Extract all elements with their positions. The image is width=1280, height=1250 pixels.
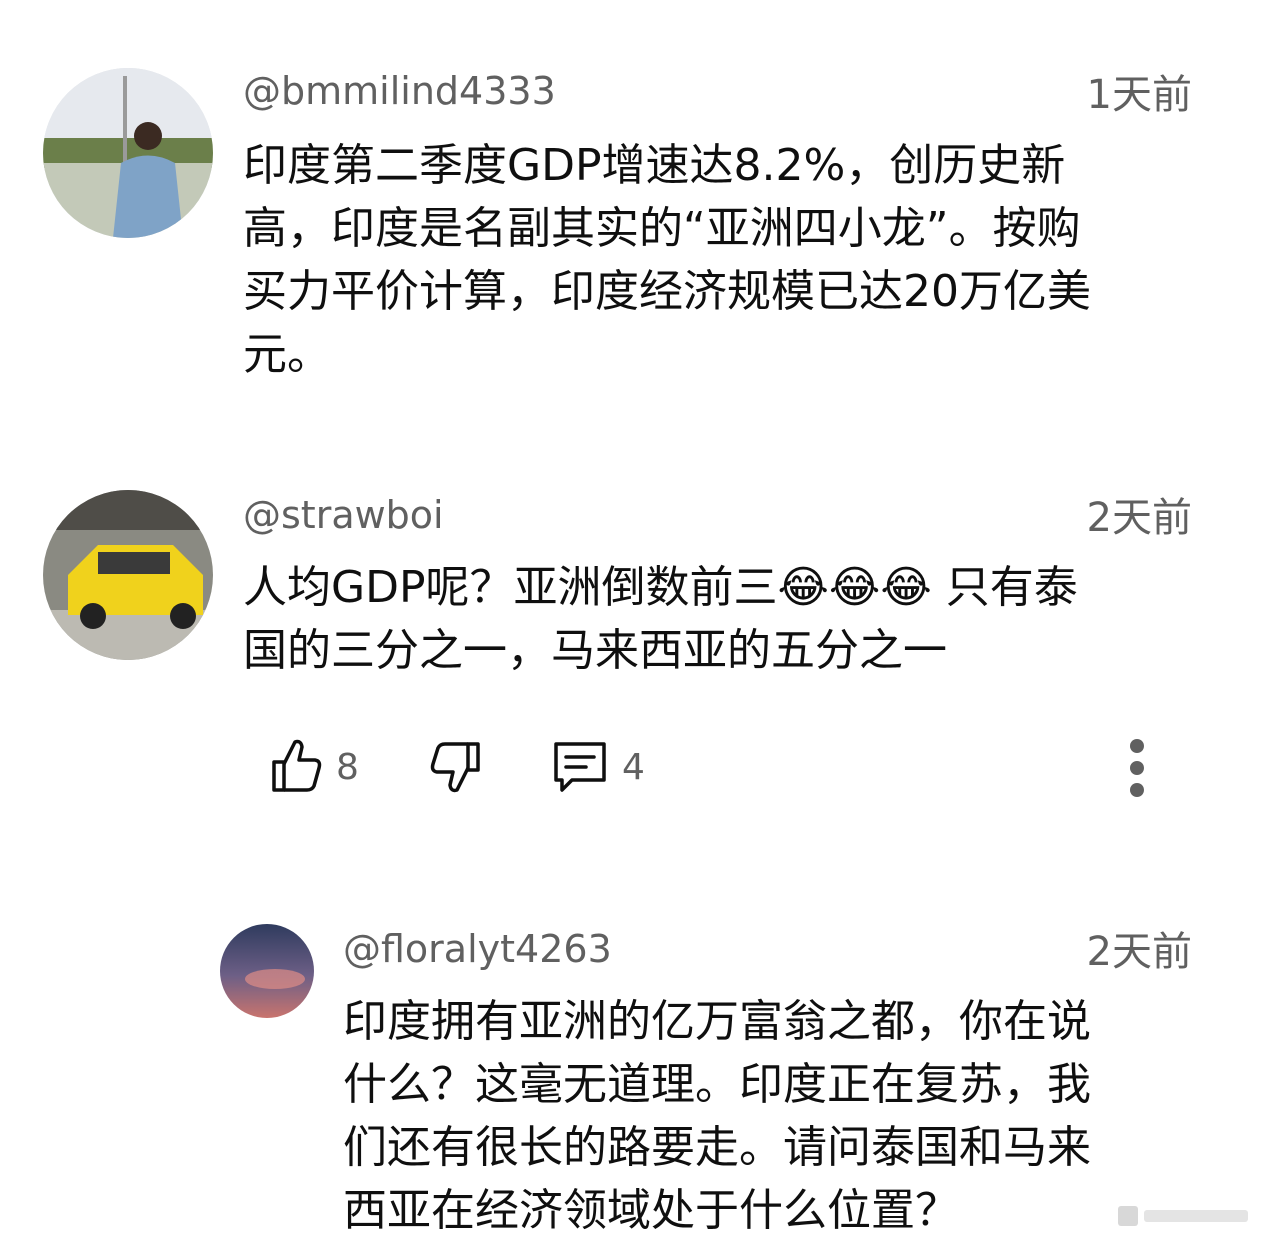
comment-timestamp: 2天前 [1086,495,1192,541]
avatar[interactable] [220,924,314,1018]
like-button[interactable] [268,736,324,796]
comment-author[interactable]: @floralyt4263 [343,930,612,968]
avatar[interactable] [43,490,213,660]
comment-author[interactable]: @bmmilind4333 [243,72,556,110]
comment-text: 印度拥有亚洲的亿万富翁之都，你在说 什么？这毫无道理。印度正在复苏，我 们还有很… [343,996,1091,1236]
comment-timestamp: 1天前 [1086,72,1192,118]
more-options-button[interactable] [1120,736,1154,800]
dislike-button[interactable] [428,736,484,796]
comment-actions: 8 4 [268,736,1188,800]
comment-icon [554,742,606,792]
avatar[interactable] [43,68,213,238]
comment-text: 人均GDP呢？亚洲倒数前三😂😂😂 只有泰 国的三分之一，马来西亚的五分之一 [243,562,1078,676]
reply-button[interactable] [550,736,610,796]
thumbs-up-icon [272,739,322,792]
watermark [1110,1196,1260,1236]
comment-author[interactable]: @strawboi [243,496,444,534]
thumbs-down-icon [430,742,480,793]
comment-timestamp: 2天前 [1086,929,1192,975]
reply-count: 4 [622,747,645,788]
more-vertical-icon [1130,739,1144,797]
comment-text: 印度第二季度GDP增速达8.2%，创历史新 高，印度是名副其实的“亚洲四小龙”。… [243,140,1091,380]
like-count: 8 [336,747,359,788]
